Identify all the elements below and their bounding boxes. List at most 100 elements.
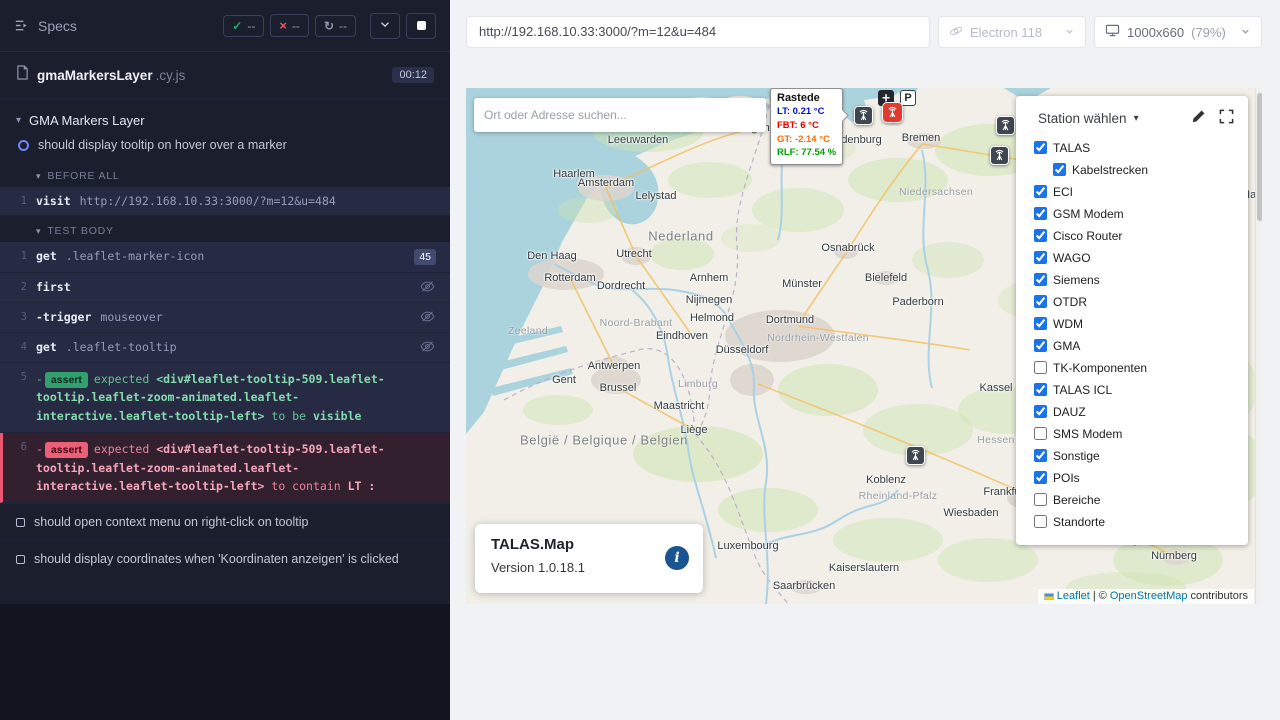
station-marker-icon[interactable] [906,446,925,465]
scrollbar[interactable] [1255,88,1262,604]
viewport-select[interactable]: 1000x660 (79%) [1094,16,1262,48]
layer-checkbox[interactable] [1034,207,1047,220]
layer-checkbox[interactable] [1034,251,1047,264]
edit-button[interactable] [1191,109,1206,127]
tooltip-row: RLF: 77.54 % [777,146,836,160]
specs-label: Specs [38,18,77,34]
layer-checkbox[interactable] [1034,471,1047,484]
specs-button[interactable]: Specs [14,18,77,34]
reporter: Specs ✓ -- × -- ↻ -- [0,0,450,604]
station-layer-item[interactable]: OTDR [1034,294,1234,309]
test-body-section[interactable]: ▾ TEST BODY [0,216,450,242]
layer-checkbox[interactable] [1034,383,1047,396]
command-row-get-tooltip[interactable]: 4 get .leaflet-tooltip [0,333,450,363]
leaflet-link[interactable]: Leaflet [1057,590,1090,602]
layer-checkbox[interactable] [1034,405,1047,418]
station-layer-item[interactable]: Kabelstrecken [1053,162,1234,177]
station-layer-item[interactable]: TALAS [1034,140,1234,155]
station-layer-item[interactable]: POIs [1034,470,1234,485]
station-layer-item[interactable]: DAUZ [1034,404,1234,419]
before-all-section[interactable]: ▾ BEFORE ALL [0,161,450,187]
layer-checkbox[interactable] [1034,273,1047,286]
layer-label: TALAS ICL [1053,383,1112,397]
assert-text: expected [94,372,156,386]
station-layer-item[interactable]: Cisco Router [1034,228,1234,243]
station-layer-item[interactable]: WAGO [1034,250,1234,265]
station-layer-item[interactable]: GSM Modem [1034,206,1234,221]
layer-label: Standorte [1053,515,1105,529]
leaflet-map[interactable]: NederlandBelgië / Belgique / BelgienNied… [466,88,1262,604]
assert-row-failed[interactable]: 6 -assertexpected <div#leaflet-tooltip-5… [0,433,450,503]
assert-badge: assert [45,442,88,458]
assert-expected: visible [313,409,361,423]
command-row-get[interactable]: 1 get .leaflet-marker-icon 45 [0,242,450,273]
layer-checkbox[interactable] [1034,141,1047,154]
viewport-zoom: (79%) [1191,25,1226,40]
station-layer-item[interactable]: GMA [1034,338,1234,353]
command-row-first[interactable]: 2 first [0,273,450,303]
failed-count-button[interactable]: × -- [270,14,309,37]
tooltip-row: LT: 0.21 °C [777,105,836,119]
pending-test-row[interactable]: should display coordinates when 'Koordin… [0,540,450,577]
layer-checkbox[interactable] [1053,163,1066,176]
browser-select[interactable]: Electron 118 [938,16,1086,48]
parking-marker-icon[interactable]: P [900,90,916,106]
assert-row-passed[interactable]: 5 -assertexpected <div#leaflet-tooltip-5… [0,363,450,433]
pending-count-button[interactable]: ↻ -- [315,15,356,37]
layer-checkbox[interactable] [1034,449,1047,462]
command-number: 5 [14,370,27,383]
test-title: should display coordinates when 'Koordin… [34,552,399,566]
station-layer-item[interactable]: Siemens [1034,272,1234,287]
suite-row[interactable]: ▾ GMA Markers Layer [0,103,450,132]
layer-checkbox[interactable] [1034,427,1047,440]
layer-checkbox[interactable] [1034,317,1047,330]
hovered-station-marker-icon[interactable] [882,102,903,123]
spec-name: gmaMarkersLayer [37,68,153,83]
failed-count: -- [292,19,300,33]
layer-checkbox[interactable] [1034,229,1047,242]
station-layer-item[interactable]: SMS Modem [1034,426,1234,441]
passed-count-button[interactable]: ✓ -- [223,15,264,37]
layer-checkbox[interactable] [1034,185,1047,198]
station-select-dropdown[interactable]: Station wählen ▾ [1038,111,1139,126]
check-icon: ✓ [232,19,242,33]
active-test-row[interactable]: should display tooltip on hover over a m… [0,132,450,161]
layer-checkbox[interactable] [1034,295,1047,308]
layer-checkbox[interactable] [1034,361,1047,374]
collapse-button[interactable] [370,13,400,39]
command-row-visit[interactable]: 1 visit http://192.168.10.33:3000/?m=12&… [0,187,450,216]
suite-title: GMA Markers Layer [29,113,145,128]
station-select-label: Station wählen [1038,111,1127,126]
station-layer-item[interactable]: ECI [1034,184,1234,199]
scrollbar-thumb[interactable] [1257,93,1263,221]
element-count-badge: 45 [414,249,436,265]
chevron-down-icon: ▾ [36,171,41,182]
viewport-size: 1000x660 [1127,25,1184,40]
station-marker-icon[interactable] [990,146,1009,165]
command-method: get [36,249,57,263]
layer-checkbox[interactable] [1034,493,1047,506]
station-layer-item[interactable]: TK-Komponenten [1034,360,1234,375]
fullscreen-button[interactable] [1219,109,1234,127]
station-layer-item[interactable]: Bereiche [1034,492,1234,507]
station-marker-icon[interactable] [854,106,873,125]
url-bar[interactable]: http://192.168.10.33:3000/?m=12&u=484 [466,16,930,48]
section-label: BEFORE ALL [47,170,119,182]
command-row-trigger[interactable]: 3 -trigger mouseover [0,303,450,333]
stop-button[interactable] [406,13,436,39]
spec-bar[interactable]: gmaMarkersLayer .cy.js 00:12 [0,52,450,99]
layer-checkbox[interactable] [1034,339,1047,352]
info-button[interactable]: i [665,546,689,570]
osm-link[interactable]: OpenStreetMap [1110,590,1188,602]
layer-checkbox[interactable] [1034,515,1047,528]
pending-test-row[interactable]: should open context menu on right-click … [0,503,450,540]
layer-label: ECI [1053,185,1073,199]
station-layer-item[interactable]: Standorte [1034,514,1234,529]
station-layer-item[interactable]: TALAS ICL [1034,382,1234,397]
browser-icon [949,24,963,41]
search-input[interactable] [484,108,756,122]
station-marker-icon[interactable] [996,116,1015,135]
station-layer-item[interactable]: Sonstige [1034,448,1234,463]
station-layer-item[interactable]: WDM [1034,316,1234,331]
layer-label: WDM [1053,317,1083,331]
